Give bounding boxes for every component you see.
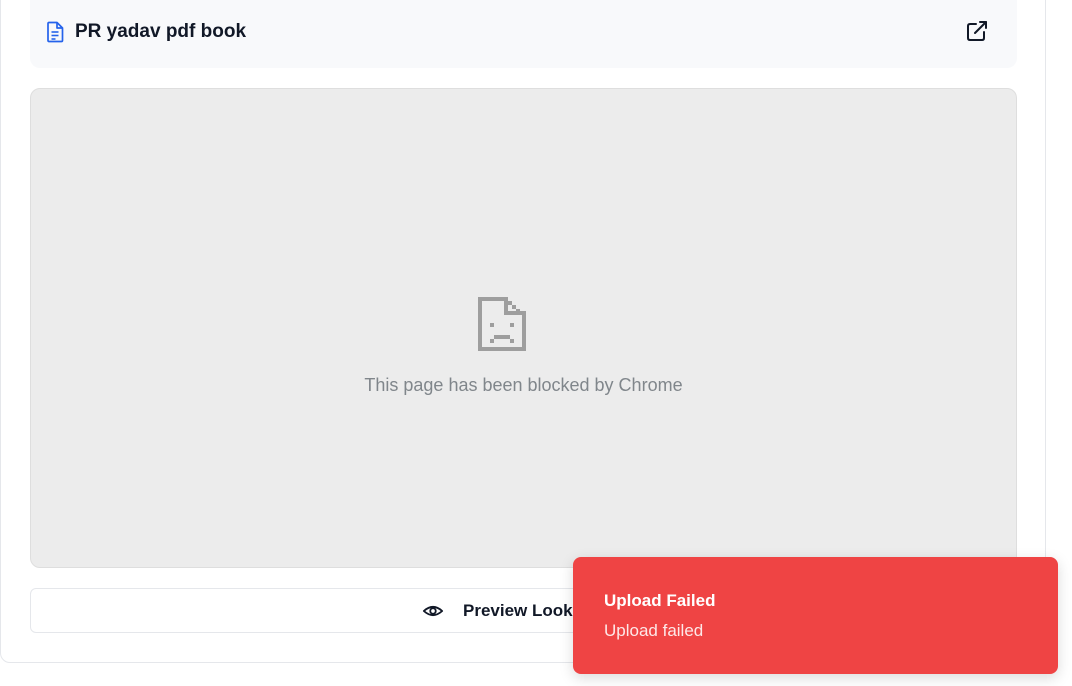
external-link-icon[interactable] <box>965 19 989 43</box>
blocked-message: This page has been blocked by Chrome <box>364 375 683 395</box>
sad-page-icon <box>478 297 526 351</box>
file-title: PR yadav pdf book <box>75 21 247 42</box>
toast-message: Upload failed <box>604 621 704 640</box>
error-toast[interactable]: Upload Failed Upload failed <box>573 557 1058 674</box>
preview-looks-label: Preview Looks <box>463 601 583 620</box>
eye-icon <box>422 605 444 617</box>
document-icon <box>47 21 64 43</box>
toast-title: Upload Failed <box>604 591 716 610</box>
